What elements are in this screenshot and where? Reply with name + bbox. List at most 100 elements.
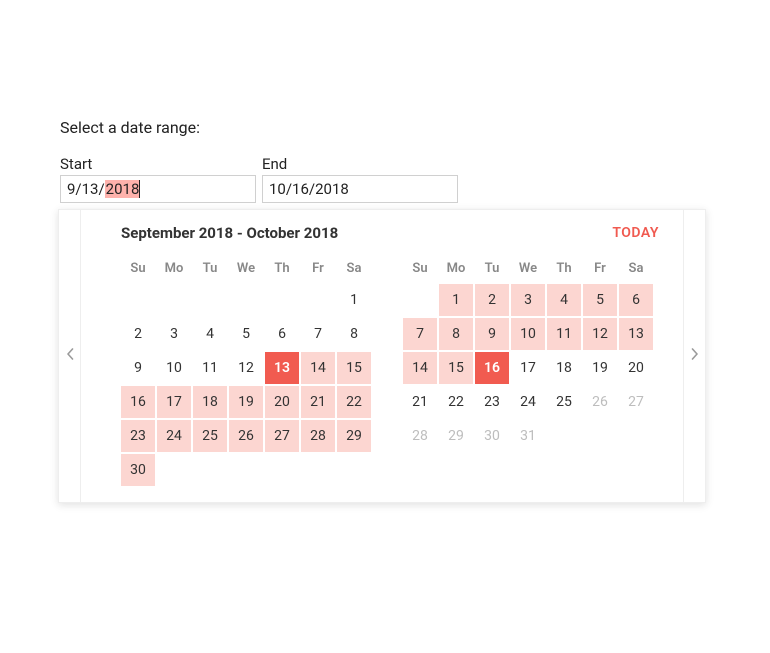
calendar-day[interactable]: 6	[619, 284, 653, 316]
calendar-day[interactable]: 5	[229, 318, 263, 350]
calendar-day[interactable]: 12	[229, 352, 263, 384]
calendar-day[interactable]: 13	[265, 352, 299, 384]
calendar-weekday-header: Su	[121, 254, 155, 282]
calendar-day[interactable]: 5	[583, 284, 617, 316]
calendar-day-empty	[301, 284, 335, 316]
calendar-weekday-header: Sa	[337, 254, 371, 282]
calendar-day[interactable]: 30	[475, 420, 509, 452]
calendar-day[interactable]: 3	[511, 284, 545, 316]
end-date-input[interactable]: 10/16/2018	[262, 175, 458, 203]
calendar-day[interactable]: 10	[511, 318, 545, 350]
calendar-day[interactable]: 3	[157, 318, 191, 350]
today-button[interactable]: TODAY	[612, 225, 659, 241]
calendar-day[interactable]: 14	[403, 352, 437, 384]
calendar-day[interactable]: 25	[547, 386, 581, 418]
calendar-day[interactable]: 7	[301, 318, 335, 350]
calendar-day[interactable]: 8	[337, 318, 371, 350]
calendar-day[interactable]: 21	[403, 386, 437, 418]
calendar-day[interactable]: 15	[439, 352, 473, 384]
start-date-value-selection: 2018	[105, 180, 141, 198]
calendar-day[interactable]: 6	[265, 318, 299, 350]
text-caret	[139, 180, 140, 198]
start-label: Start	[60, 155, 256, 173]
calendar-month: SuMoTuWeThFrSa12345678910111213141516171…	[403, 254, 649, 486]
calendar-day[interactable]: 29	[337, 420, 371, 452]
calendar-title: September 2018 - October 2018	[121, 224, 338, 242]
start-date-value-prefix: 9/13/	[67, 180, 105, 198]
calendar-day[interactable]: 20	[265, 386, 299, 418]
calendar-day[interactable]: 13	[619, 318, 653, 350]
calendar-weekday-header: Th	[547, 254, 581, 282]
calendar-day[interactable]: 24	[511, 386, 545, 418]
prev-month-column	[59, 210, 81, 502]
date-range-popover: September 2018 - October 2018 TODAY SuMo…	[58, 209, 706, 503]
calendar-day[interactable]: 28	[403, 420, 437, 452]
calendar-day-empty	[265, 284, 299, 316]
calendar-weekday-header: We	[511, 254, 545, 282]
calendar-day[interactable]: 11	[547, 318, 581, 350]
calendar-day[interactable]: 23	[475, 386, 509, 418]
calendar-weekday-header: Mo	[157, 254, 191, 282]
end-field: End 10/16/2018	[262, 155, 458, 203]
calendar-day[interactable]: 17	[157, 386, 191, 418]
calendar-day[interactable]: 1	[337, 284, 371, 316]
calendar-day[interactable]: 19	[229, 386, 263, 418]
start-field: Start 9/13/2018	[60, 155, 256, 203]
calendar-day[interactable]: 15	[337, 352, 371, 384]
calendar-day[interactable]: 29	[439, 420, 473, 452]
calendar-day[interactable]: 21	[301, 386, 335, 418]
calendar-body: September 2018 - October 2018 TODAY SuMo…	[81, 210, 683, 502]
start-date-input[interactable]: 9/13/2018	[60, 175, 256, 203]
calendar-day[interactable]: 25	[193, 420, 227, 452]
calendar-day[interactable]: 30	[121, 454, 155, 486]
calendar-day[interactable]: 2	[475, 284, 509, 316]
calendar-day[interactable]: 24	[157, 420, 191, 452]
calendar-day[interactable]: 18	[547, 352, 581, 384]
calendar-day[interactable]: 1	[439, 284, 473, 316]
calendar-day[interactable]: 20	[619, 352, 653, 384]
calendar-day[interactable]: 26	[229, 420, 263, 452]
calendar-day[interactable]: 2	[121, 318, 155, 350]
calendar-weekday-header: Th	[265, 254, 299, 282]
calendar-day[interactable]: 9	[121, 352, 155, 384]
calendar-weekday-header: Su	[403, 254, 437, 282]
calendar-day[interactable]: 31	[511, 420, 545, 452]
calendar-day[interactable]: 11	[193, 352, 227, 384]
calendar-day[interactable]: 8	[439, 318, 473, 350]
calendar-day[interactable]: 10	[157, 352, 191, 384]
calendar-day[interactable]: 27	[265, 420, 299, 452]
calendar-day[interactable]: 7	[403, 318, 437, 350]
calendar-day[interactable]: 22	[439, 386, 473, 418]
calendar-weekday-header: Tu	[475, 254, 509, 282]
calendar-day[interactable]: 4	[547, 284, 581, 316]
calendar-day[interactable]: 16	[121, 386, 155, 418]
calendar-day[interactable]: 19	[583, 352, 617, 384]
calendar-day[interactable]: 18	[193, 386, 227, 418]
calendar-month: SuMoTuWeThFrSa12345678910111213141516171…	[121, 254, 367, 486]
date-range-fields: Start 9/13/2018 End 10/16/2018	[60, 155, 710, 203]
end-label: End	[262, 155, 458, 173]
chevron-right-icon[interactable]	[685, 342, 705, 370]
calendar-day[interactable]: 4	[193, 318, 227, 350]
calendar-day[interactable]: 17	[511, 352, 545, 384]
calendar-weekday-header: Fr	[583, 254, 617, 282]
calendar-weekday-header: Fr	[301, 254, 335, 282]
calendar-day[interactable]: 9	[475, 318, 509, 350]
calendar-weekday-header: Mo	[439, 254, 473, 282]
calendar-weekday-header: Tu	[193, 254, 227, 282]
calendar-day[interactable]: 23	[121, 420, 155, 452]
end-date-value: 10/16/2018	[269, 180, 349, 198]
calendar-day[interactable]: 22	[337, 386, 371, 418]
next-month-column	[683, 210, 705, 502]
calendar-day[interactable]: 28	[301, 420, 335, 452]
calendar-day[interactable]: 14	[301, 352, 335, 384]
calendar-day[interactable]: 16	[475, 352, 509, 384]
prompt-label: Select a date range:	[60, 118, 710, 137]
calendar-day[interactable]: 26	[583, 386, 617, 418]
calendar-day[interactable]: 12	[583, 318, 617, 350]
calendar-day[interactable]: 27	[619, 386, 653, 418]
chevron-left-icon[interactable]	[60, 342, 80, 370]
calendar-day-empty	[193, 284, 227, 316]
calendar-weekday-header: We	[229, 254, 263, 282]
calendar-day-empty	[229, 284, 263, 316]
